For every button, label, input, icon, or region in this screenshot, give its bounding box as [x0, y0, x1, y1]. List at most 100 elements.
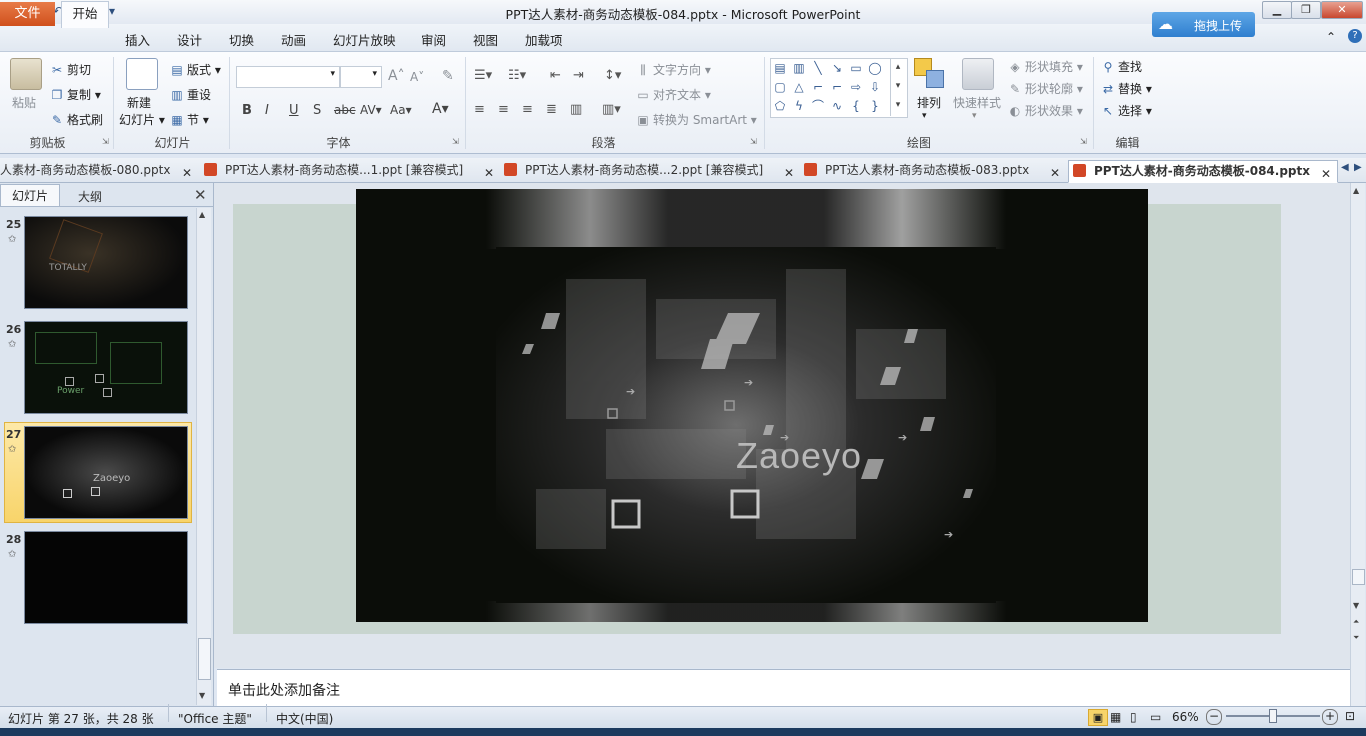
numbering-button[interactable]: ☷▾	[508, 68, 526, 83]
dialog-launcher-icon[interactable]: ⇲	[102, 137, 109, 146]
fit-to-window-icon[interactable]: ⊡	[1345, 709, 1355, 723]
doc-tab[interactable]: PPT达人素材-商务动态模...1.ppt [兼容模式] ✕	[204, 160, 500, 181]
scroll-down-icon[interactable]: ▼	[199, 691, 205, 700]
normal-view-icon[interactable]: ▣	[1088, 709, 1108, 726]
quick-styles-dropdown-icon[interactable]: ▾	[972, 111, 977, 121]
thumbnail-scrollbar[interactable]: ▲ ▼	[196, 208, 211, 705]
increase-indent-button[interactable]: ⇥	[573, 68, 584, 83]
dialog-launcher-icon[interactable]: ⇲	[750, 137, 757, 146]
layout-button[interactable]: ▤ 版式 ▾	[170, 61, 221, 78]
tab-animations[interactable]: 动画	[281, 30, 306, 49]
close-tab-icon[interactable]: ✕	[1050, 163, 1060, 184]
format-painter-button[interactable]: ✎ 格式刷	[50, 111, 103, 128]
shapes-gallery-scroll[interactable]: ▴ ▾ ▾	[890, 58, 905, 116]
language-indicator[interactable]: 中文(中国)	[276, 710, 333, 727]
close-tab-icon[interactable]: ✕	[182, 163, 192, 184]
select-button[interactable]: ↖ 选择 ▾	[1101, 102, 1152, 119]
align-center-button[interactable]: ≡	[498, 102, 509, 117]
close-tab-icon[interactable]: ✕	[484, 163, 494, 184]
notes-placeholder[interactable]: 单击此处添加备注	[228, 680, 340, 700]
align-right-button[interactable]: ≡	[522, 102, 533, 117]
help-caret-icon[interactable]: ⌃	[1326, 30, 1336, 44]
slide-thumbnail-28[interactable]	[24, 531, 188, 624]
shape-fill-button[interactable]: ◈ 形状填充 ▾	[1008, 58, 1082, 75]
arrange-icon[interactable]	[914, 58, 944, 88]
close-tab-icon[interactable]: ✕	[1321, 164, 1331, 184]
tab-slideshow[interactable]: 幻灯片放映	[333, 30, 396, 49]
lightning-shape-icon[interactable]: ϟ	[791, 98, 807, 114]
help-icon[interactable]: ?	[1348, 29, 1362, 43]
current-slide[interactable]: ➔ ➔ ➔ ➔ ➔ Zaoeyo	[356, 189, 1148, 622]
new-slide-icon[interactable]	[126, 58, 158, 90]
scroll-down-icon[interactable]: ▼	[1353, 601, 1359, 610]
reset-button[interactable]: ▥ 重设	[170, 86, 211, 103]
doc-tab[interactable]: PPT达人素材-商务动态模...2.ppt [兼容模式] ✕	[504, 160, 800, 181]
textbox-shape-icon[interactable]: ▤	[772, 60, 788, 76]
font-name-combo[interactable]: ▾	[236, 66, 340, 88]
shadow-button[interactable]: S	[313, 103, 321, 118]
tab-outline[interactable]: 大纲	[62, 188, 118, 205]
bold-button[interactable]: B	[242, 103, 252, 118]
slide-thumbnail-25[interactable]: TOTALLY	[24, 216, 188, 309]
previous-slide-icon[interactable]: ⏶	[1353, 617, 1359, 627]
arrow-line-shape-icon[interactable]: ↘	[829, 60, 845, 76]
clear-format-icon[interactable]: ✎	[442, 68, 454, 84]
text-direction-button[interactable]: ⫼ 文字方向 ▾	[636, 61, 711, 78]
arrange-button[interactable]: 排列	[917, 94, 941, 111]
scroll-thumb[interactable]	[1352, 569, 1365, 585]
copy-button[interactable]: ❐ 复制 ▾	[50, 86, 101, 103]
align-text-button[interactable]: ▭ 对齐文本 ▾	[636, 86, 711, 103]
notes-pane[interactable]: 单击此处添加备注	[217, 669, 1350, 706]
quick-styles-button[interactable]: 快速样式	[953, 94, 1001, 111]
replace-button[interactable]: ⇄ 替换 ▾	[1101, 80, 1152, 97]
distributed-button[interactable]: ▥	[570, 102, 582, 117]
scroll-up-icon[interactable]: ▲	[1353, 186, 1359, 195]
zoom-slider-track[interactable]	[1226, 709, 1320, 723]
curve-shape-icon[interactable]: ∿	[829, 98, 845, 114]
tab-addins[interactable]: 加载项	[525, 30, 563, 49]
slide-thumbnail-27[interactable]: Zaoeyo	[24, 426, 188, 519]
tab-scroll-right-icon[interactable]: ▶	[1354, 162, 1362, 173]
close-tab-icon[interactable]: ✕	[784, 163, 794, 184]
line-shape-icon[interactable]: ╲	[810, 60, 826, 76]
arrange-dropdown-icon[interactable]: ▾	[922, 111, 927, 121]
doc-tab-active[interactable]: PPT达人素材-商务动态模板-084.pptx ✕	[1068, 160, 1338, 183]
close-panel-icon[interactable]: ✕	[194, 186, 207, 204]
arc-shape-icon[interactable]: ⌒	[810, 98, 826, 114]
rectangle-shape-icon[interactable]: ▭	[848, 60, 864, 76]
theme-name[interactable]: "Office 主题"	[178, 710, 252, 727]
paste-icon[interactable]	[10, 58, 42, 90]
tab-transitions[interactable]: 切换	[229, 30, 254, 49]
doc-tab[interactable]: 人素材-商务动态模板-080.pptx ✕	[0, 160, 198, 181]
upload-button[interactable]: ☁ 拖拽上传	[1152, 12, 1255, 37]
section-button[interactable]: ▦ 节 ▾	[170, 111, 209, 128]
rounded-rect-shape-icon[interactable]: ▢	[772, 79, 788, 95]
pentagon-shape-icon[interactable]: ⬠	[772, 98, 788, 114]
dialog-launcher-icon[interactable]: ⇲	[1080, 137, 1087, 146]
tab-scroll-left-icon[interactable]: ◀	[1341, 162, 1349, 173]
smartart-button[interactable]: ▣ 转换为 SmartArt ▾	[636, 111, 756, 128]
slide-thumbnail-26[interactable]: Power	[24, 321, 188, 414]
new-slide-label[interactable]: 新建	[127, 94, 151, 111]
doc-tab[interactable]: PPT达人素材-商务动态模板-083.pptx ✕	[804, 160, 1066, 181]
scroll-thumb[interactable]	[198, 638, 211, 680]
italic-button[interactable]: I	[265, 103, 269, 118]
underline-button[interactable]: U	[289, 103, 299, 118]
oval-shape-icon[interactable]: ◯	[867, 60, 883, 76]
cut-button[interactable]: ✂ 剪切	[50, 61, 91, 78]
char-spacing-button[interactable]: AV▾	[360, 103, 382, 117]
strikethrough-button[interactable]: abc	[334, 103, 356, 117]
align-left-button[interactable]: ≡	[474, 102, 485, 117]
font-color-button[interactable]: A▾	[432, 101, 449, 117]
left-brace-shape-icon[interactable]: {	[848, 98, 864, 114]
shrink-font-button[interactable]: A˅	[410, 70, 424, 84]
slide-scrollbar[interactable]: ▲ ▼ ⏶ ⏷	[1350, 183, 1365, 706]
tab-slides[interactable]: 幻灯片	[0, 184, 60, 207]
elbow-arrow-shape-icon[interactable]: ⌐	[829, 79, 845, 95]
tab-design[interactable]: 设计	[177, 30, 202, 49]
scroll-up-icon[interactable]: ▲	[199, 210, 205, 219]
columns-button[interactable]: ▥▾	[602, 102, 621, 117]
slide-title-text[interactable]: Zaoeyo	[736, 435, 862, 477]
zoom-slider-thumb[interactable]	[1269, 709, 1277, 723]
elbow-connector-shape-icon[interactable]: ⌐	[810, 79, 826, 95]
